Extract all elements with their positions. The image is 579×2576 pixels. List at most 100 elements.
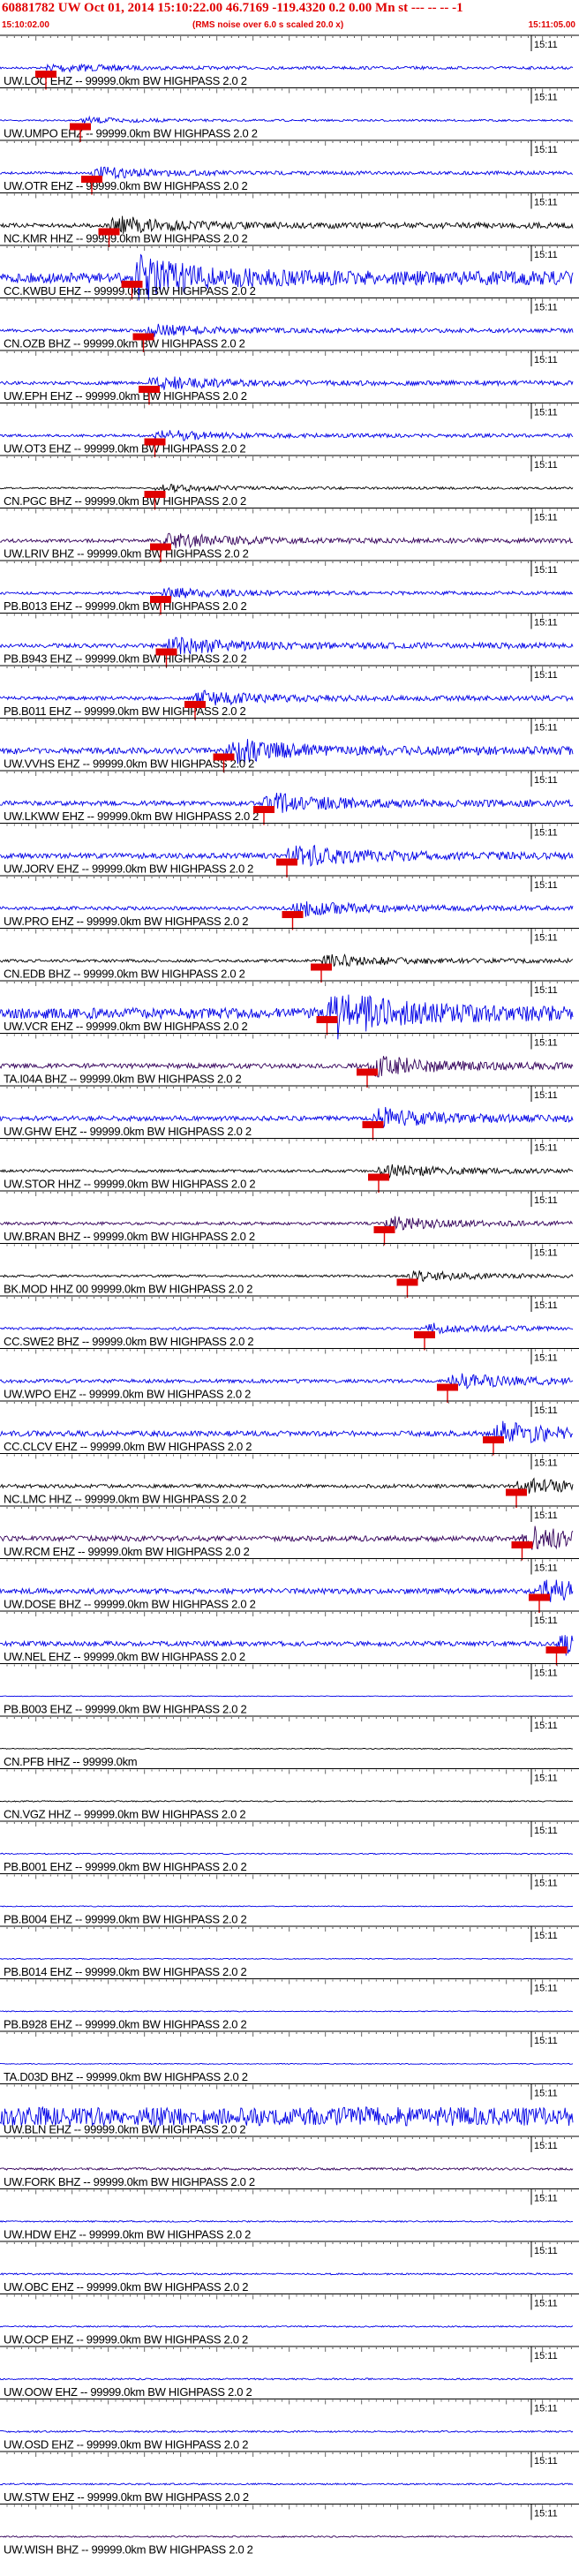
channel-label: PB.B014 EHZ -- 99999.0km BW HIGHPASS 2.0… [4,1965,247,1978]
channel-row: 15:11 UW.BRAN BHZ -- 99999.0km BW HIGHPAS… [0,1190,579,1246]
channel-row: 15:11 CN.OZB BHZ -- 99999.0km BW HIGHPASS… [0,298,579,352]
channel-label: UW.LKWW EHZ -- 99999.0km BW HIGHPASS 2.0… [4,810,259,823]
waveform-trace [0,430,574,441]
waveform-trace [0,2010,574,2013]
minute-mark-label: 15:11 [534,2509,558,2520]
waveform-trace [0,586,574,600]
minute-mark-label: 15:11 [534,775,558,786]
waveform-trace [0,1852,574,1856]
minute-mark-label: 15:11 [534,1563,558,1574]
channel-label: PB.B001 EHZ -- 99999.0km BW HIGHPASS 2.0… [4,1860,247,1873]
channel-label: PB.B928 EHZ -- 99999.0km BW HIGHPASS 2.0… [4,2018,247,2031]
minute-mark-label: 15:11 [534,460,558,471]
waveform-trace [0,2166,574,2172]
channel-label: UW.DOSE BHZ -- 99999.0km BW HIGHPASS 2.0… [4,1598,256,1611]
minute-mark-label: 15:11 [534,933,558,944]
minute-mark-label: 15:11 [534,1721,558,1731]
channel-row: 15:11 CN.PFB HHZ -- 99999.0km [0,1715,579,1768]
channel-label: CN.PFB HHZ -- 99999.0km [4,1755,137,1768]
minute-mark-label: 15:11 [534,145,558,155]
channel-row: 15:11 PB.B004 EHZ -- 99999.0km BW HIGHPAS… [0,1873,579,1926]
waveform-trace [0,1164,574,1179]
channel-row: 15:11 UW.BLN EHZ -- 99999.0km BW HIGHPASS… [0,2083,579,2136]
channel-label: UW.STW EHZ -- 99999.0km BW HIGHPASS 2.0 … [4,2490,249,2504]
channel-row: 15:11 PB.B943 EHZ -- 99999.0km BW HIGHPAS… [0,613,579,667]
waveform-trace [0,1695,574,1698]
minute-mark-label: 15:11 [534,93,558,103]
channel-row: 15:11 CN.EDB BHZ -- 99999.0km BW HIGHPASS… [0,928,579,983]
channel-label: UW.OTR EHZ -- 99999.0km BW HIGHPASS 2.0 … [4,179,247,192]
channel-label: TA.I04A BHZ -- 99999.0km BW HIGHPASS 2.0… [4,1073,241,1086]
minute-mark-label: 15:11 [534,513,558,523]
waveform-trace [0,2062,574,2065]
minute-mark-label: 15:11 [534,2351,558,2361]
minute-mark-label: 15:11 [534,985,558,996]
minute-mark-label: 15:11 [534,2141,558,2151]
channel-row: 15:11UW.LOC EHZ -- 99999.0km BW HIGHPASS… [0,34,579,90]
minute-mark-label: 15:11 [534,565,558,576]
waveform-trace [0,2324,574,2328]
channel-label: PB.B943 EHZ -- 99999.0km BW HIGHPASS 2.0… [4,652,247,666]
channel-row: 15:11 UW.LKWW EHZ -- 99999.0km BW HIGHPAS… [0,770,579,825]
channel-label: TA.D03D BHZ -- 99999.0km BW HIGHPASS 2.0… [4,2070,248,2083]
minute-mark-label: 15:11 [534,1616,558,1626]
channel-label: PB.B011 EHZ -- 99999.0km BW HIGHPASS 2.0… [4,704,246,718]
channel-label: CN.PGC BHZ -- 99999.0km BW HIGHPASS 2.0 … [4,494,246,508]
waveform-trace [0,1747,574,1750]
channel-label: UW.OSD EHZ -- 99999.0km BW HIGHPASS 2.0 … [4,2438,248,2452]
minute-mark-label: 15:11 [534,40,558,50]
minute-mark-label: 15:11 [534,618,558,629]
channel-label: UW.HDW EHZ -- 99999.0km BW HIGHPASS 2.0 … [4,2228,251,2241]
channel-row: 15:11CC.KWBU EHZ -- 99999.0km BW HIGHPAS… [0,245,579,301]
channel-row: 15:11 PB.B011 EHZ -- 99999.0km BW HIGHPAS… [0,665,579,720]
channel-label: UW.OT3 EHZ -- 99999.0km BW HIGHPASS 2.0 … [4,442,245,456]
channel-label: CN.EDB BHZ -- 99999.0km BW HIGHPASS 2.0 … [4,968,245,981]
channel-row: 15:11 UW.UMPO EHZ -- 99999.0km BW HIGHPAS… [0,87,579,142]
channel-label: UW.OCP EHZ -- 99999.0km BW HIGHPASS 2.0 … [4,2333,248,2346]
channel-label: CN.VGZ HHZ -- 99999.0km BW HIGHPASS 2.0 … [4,1808,245,1821]
channel-label: CC.CLCV EHZ -- 99999.0km BW HIGHPASS 2.0… [4,1440,252,1453]
channel-label: UW.PRO EHZ -- 99999.0km BW HIGHPASS 2.0 … [4,915,248,928]
channel-label: BK.MOD HHZ 00 99999.0km BW HIGHPASS 2.0 … [4,1283,252,1296]
minute-mark-label: 15:11 [534,1510,558,1521]
minute-mark-label: 15:11 [534,1984,558,1994]
waveform-trace [0,484,574,493]
channel-label: UW.GHW EHZ -- 99999.0km BW HIGHPASS 2.0 … [4,1125,252,1138]
waveform-trace [0,2429,574,2434]
channel-label: CC.SWE2 BHZ -- 99999.0km BW HIGHPASS 2.0… [4,1335,253,1348]
minute-mark-label: 15:11 [534,1038,558,1049]
channel-row: 15:11 UW.RCM EHZ -- 99999.0km BW HIGHPASS… [0,1505,579,1561]
channel-label: UW.BRAN BHZ -- 99999.0km BW HIGHPASS 2.0… [4,1230,255,1243]
minute-mark-label: 15:11 [534,1090,558,1101]
minute-mark-label: 15:11 [534,1826,558,1836]
minute-mark-label: 15:11 [534,828,558,839]
channel-row: 15:11 PB.B001 EHZ -- 99999.0km BW HIGHPAS… [0,1820,579,1873]
channel-row: 15:11 TA.I04A BHZ -- 99999.0km BW HIGHPAS… [0,1033,579,1088]
minute-mark-label: 15:11 [534,1774,558,1784]
minute-mark-label: 15:11 [534,1668,558,1679]
waveform-trace [0,1216,574,1231]
channel-label: PB.B003 EHZ -- 99999.0km BW HIGHPASS 2.0… [4,1703,247,1716]
channel-label: UW.WISH BHZ -- 99999.0km BW HIGHPASS 2.0… [4,2543,253,2557]
channel-row: 15:11 PB.B014 EHZ -- 99999.0km BW HIGHPAS… [0,1925,579,1978]
waveform-trace [0,323,574,337]
minute-mark-label: 15:11 [534,2299,558,2309]
channel-row: 15:11 PB.B003 EHZ -- 99999.0km BW HIGHPAS… [0,1663,579,1716]
minute-mark-label: 15:11 [534,1458,558,1469]
waveform-trace [0,1800,574,1803]
channel-label: UW.VCR EHZ -- 99999.0km BW HIGHPASS 2.0 … [4,1020,247,1033]
waveform-trace [0,2482,574,2486]
channel-row: 15:11 BK.MOD HHZ 00 99999.0km BW HIGHPASS… [0,1243,579,1298]
channel-row: 15:11 CN.VGZ HHZ -- 99999.0km BW HIGHPASS… [0,1768,579,1821]
channel-row: 15:11 UW.WISH BHZ -- 99999.0km BW HIGHPAS… [0,2504,579,2557]
channel-row: 15:11 UW.STW EHZ -- 99999.0km BW HIGHPASS… [0,2451,579,2504]
channel-label: UW.WPO EHZ -- 99999.0km BW HIGHPASS 2.0 … [4,1388,251,1401]
seismogram-plot: 60881782 UW Oct 01, 2014 15:10:22.00 46.… [0,0,579,2576]
channel-row: 15:11 UW.NEL EHZ -- 99999.0km BW HIGHPASS… [0,1610,579,1666]
waveform-trace [0,2272,574,2276]
channel-label: UW.BLN EHZ -- 99999.0km BW HIGHPASS 2.0 … [4,2123,245,2136]
channel-row: 15:11 CC.CLCV EHZ -- 99999.0km BW HIGHPAS… [0,1400,579,1456]
channel-label: NC.LMC HHZ -- 99999.0km BW HIGHPASS 2.0 … [4,1493,246,1506]
channel-label: UW.EPH EHZ -- 99999.0km BW HIGHPASS 2.0 … [4,389,247,403]
minute-mark-label: 15:11 [534,2246,558,2256]
